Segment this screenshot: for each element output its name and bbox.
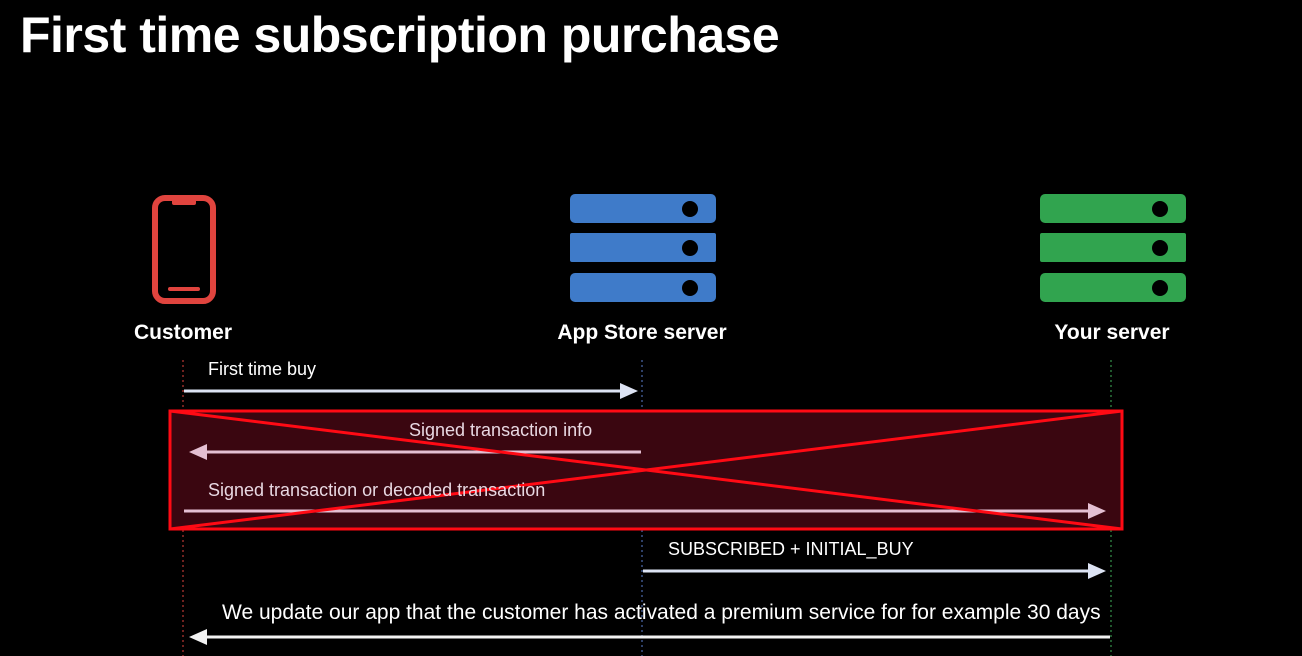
server-icon [570, 194, 716, 302]
arrow-update-app [189, 629, 1110, 645]
phone-icon [152, 195, 216, 304]
actor-label-app-store-server: App Store server [557, 321, 727, 344]
arrow-first-time-buy [184, 383, 638, 399]
actor-label-customer: Customer [133, 321, 233, 344]
message-label-update-app: We update our app that the customer has … [222, 601, 1101, 624]
message-label-subscribed-initial-buy: SUBSCRIBED + INITIAL_BUY [668, 539, 914, 559]
arrow-subscribed-initial-buy [643, 563, 1106, 579]
message-label-signed-or-decoded-transaction: Signed transaction or decoded transactio… [208, 480, 546, 500]
actor-label-your-server: Your server [1054, 321, 1170, 344]
message-label-first-time-buy: First time buy [208, 359, 317, 379]
message-label-signed-transaction-info: Signed transaction info [409, 420, 593, 440]
server-icon [1040, 194, 1186, 302]
